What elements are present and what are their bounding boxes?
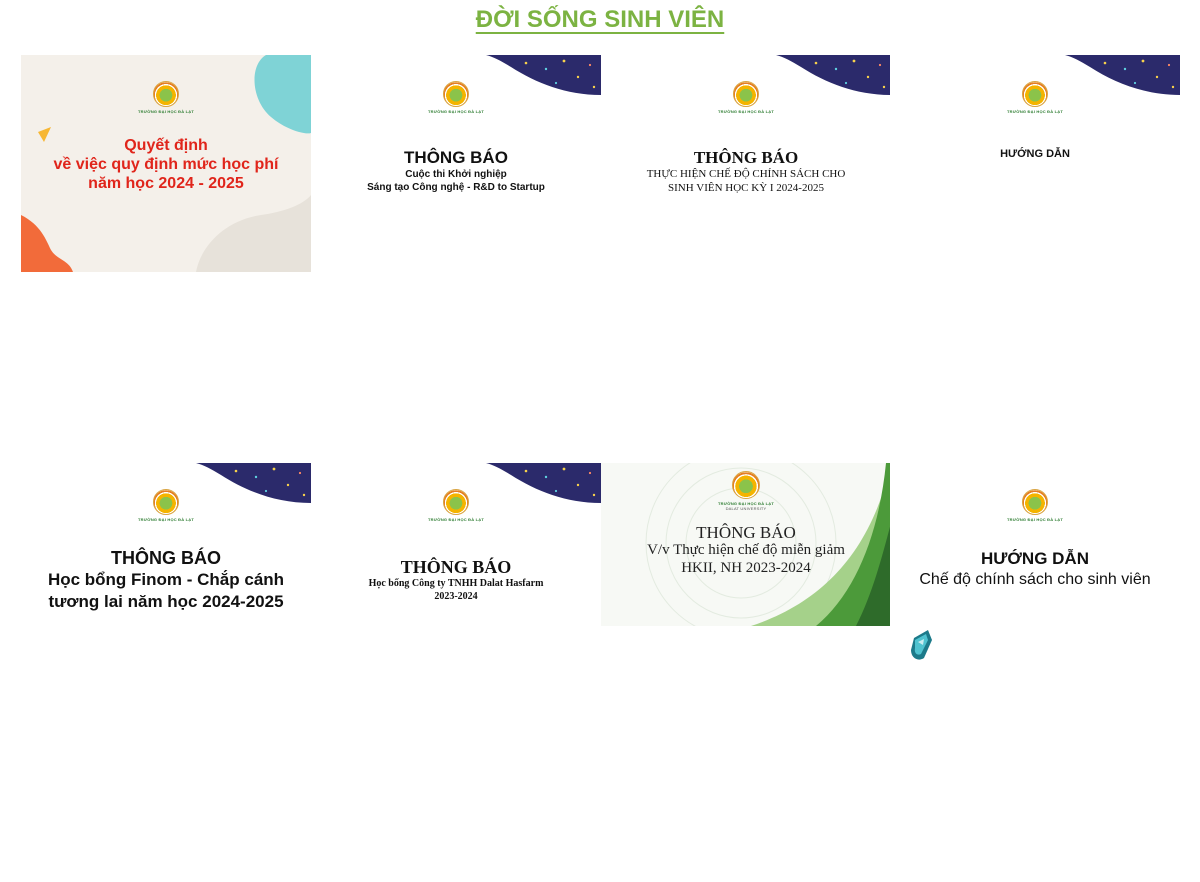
university-logo: TRƯỜNG ĐẠI HỌC ĐÀ LẠT DALAT UNIVERSITY — [718, 471, 774, 511]
card-heading: THÔNG BÁO — [111, 548, 221, 568]
university-logo: TRƯỜNG ĐẠI HỌC ĐÀ LẠT — [428, 489, 484, 522]
section-title[interactable]: ĐỜI SỐNG SINH VIÊN — [0, 6, 1200, 34]
logo-caption: TRƯỜNG ĐẠI HỌC ĐÀ LẠT — [1006, 517, 1064, 522]
news-card-che-do-chinh-sach[interactable]: TRƯỜNG ĐẠI HỌC ĐÀ LẠT THÔNG BÁO THỰC HIỆ… — [601, 55, 891, 272]
emblem-icon — [1021, 81, 1048, 107]
card-heading: HƯỚNG DẪN — [981, 549, 1089, 568]
news-card-hoc-bong-finom[interactable]: TRƯỜNG ĐẠI HỌC ĐÀ LẠT THÔNG BÁO Học bổng… — [21, 463, 311, 626]
chat-widget-icon[interactable] — [906, 628, 936, 662]
card-line: V/v Thực hiện chế độ miễn giảm — [647, 542, 845, 558]
emblem-icon — [731, 471, 760, 499]
university-logo: TRƯỜNG ĐẠI HỌC ĐÀ LẠT — [718, 81, 774, 114]
university-logo: TRƯỜNG ĐẠI HỌC ĐÀ LẠT — [138, 489, 194, 522]
card-line: Cuộc thi Khởi nghiệp — [405, 169, 507, 180]
news-card-khoi-nghiep[interactable]: TRƯỜNG ĐẠI HỌC ĐÀ LẠT THÔNG BÁO Cuộc thi… — [311, 55, 601, 272]
card-line: Quyết định — [124, 137, 208, 154]
emblem-icon — [152, 489, 179, 515]
news-card-che-do-sinh-vien[interactable]: TRƯỜNG ĐẠI HỌC ĐÀ LẠT HƯỚNG DẪN Chế độ c… — [890, 463, 1180, 626]
emblem-icon — [442, 81, 469, 107]
emblem-icon — [442, 489, 469, 515]
card-line: SINH VIÊN HỌC KỲ I 2024-2025 — [668, 182, 824, 194]
card-line: năm học 2024 - 2025 — [88, 175, 244, 192]
card-heading: THÔNG BÁO — [693, 148, 799, 167]
news-card-hoc-bong-hasfarm[interactable]: TRƯỜNG ĐẠI HỌC ĐÀ LẠT THÔNG BÁO Học bổng… — [311, 463, 601, 626]
card-heading: THÔNG BÁO — [400, 557, 512, 577]
emblem-icon — [1021, 489, 1048, 515]
logo-caption: TRƯỜNG ĐẠI HỌC ĐÀ LẠT — [137, 109, 195, 114]
card-line: Sáng tạo Công nghệ - R&D to Startup — [367, 182, 545, 193]
starry-corner-decoration — [486, 463, 601, 503]
card-line: THỰC HIỆN CHẾ ĐỘ CHÍNH SÁCH CHO — [646, 168, 846, 180]
university-logo: TRƯỜNG ĐẠI HỌC ĐÀ LẠT — [428, 81, 484, 114]
logo-caption-sub: DALAT UNIVERSITY — [725, 506, 767, 511]
card-heading: THÔNG BÁO — [696, 523, 796, 542]
logo-caption: TRƯỜNG ĐẠI HỌC ĐÀ LẠT — [137, 517, 195, 522]
card-line: 2023-2024 — [434, 591, 478, 602]
logo-caption: TRƯỜNG ĐẠI HỌC ĐÀ LẠT — [427, 109, 485, 114]
university-logo: TRƯỜNG ĐẠI HỌC ĐÀ LẠT — [138, 81, 194, 114]
card-heading: THÔNG BÁO — [404, 148, 508, 167]
news-card-hoc-phi[interactable]: TRƯỜNG ĐẠI HỌC ĐÀ LẠT Quyết định về việc… — [21, 55, 311, 272]
news-card-mien-giam[interactable]: TRƯỜNG ĐẠI HỌC ĐÀ LẠT DALAT UNIVERSITY T… — [601, 463, 891, 626]
card-line: HKII, NH 2023-2024 — [681, 560, 811, 576]
starry-corner-decoration — [486, 55, 601, 95]
news-card-huong-dan[interactable]: TRƯỜNG ĐẠI HỌC ĐÀ LẠT HƯỚNG DẪN — [890, 55, 1180, 272]
university-logo: TRƯỜNG ĐẠI HỌC ĐÀ LẠT — [1007, 489, 1063, 522]
starry-corner-decoration — [1065, 55, 1180, 95]
logo-caption: TRƯỜNG ĐẠI HỌC ĐÀ LẠT — [427, 517, 485, 522]
logo-caption: TRƯỜNG ĐẠI HỌC ĐÀ LẠT — [717, 109, 775, 114]
university-logo: TRƯỜNG ĐẠI HỌC ĐÀ LẠT — [1007, 81, 1063, 114]
card-line: Học bổng Finom - Chắp cánh — [47, 570, 285, 589]
card-heading: HƯỚNG DẪN — [1000, 148, 1070, 160]
logo-caption: TRƯỜNG ĐẠI HỌC ĐÀ LẠT — [1006, 109, 1064, 114]
card-line: Chế độ chính sách cho sinh viên — [919, 571, 1151, 588]
emblem-icon — [732, 81, 759, 107]
emblem-icon — [152, 81, 179, 107]
card-line: về việc quy định mức học phí — [53, 156, 279, 173]
card-line: tương lai năm học 2024-2025 — [48, 592, 284, 611]
card-text: Quyết định về việc quy định mức học phí … — [21, 136, 311, 193]
starry-corner-decoration — [776, 55, 891, 95]
card-line: Học bổng Công ty TNHH Dalat Hasfarm — [368, 578, 544, 589]
starry-corner-decoration — [196, 463, 311, 503]
